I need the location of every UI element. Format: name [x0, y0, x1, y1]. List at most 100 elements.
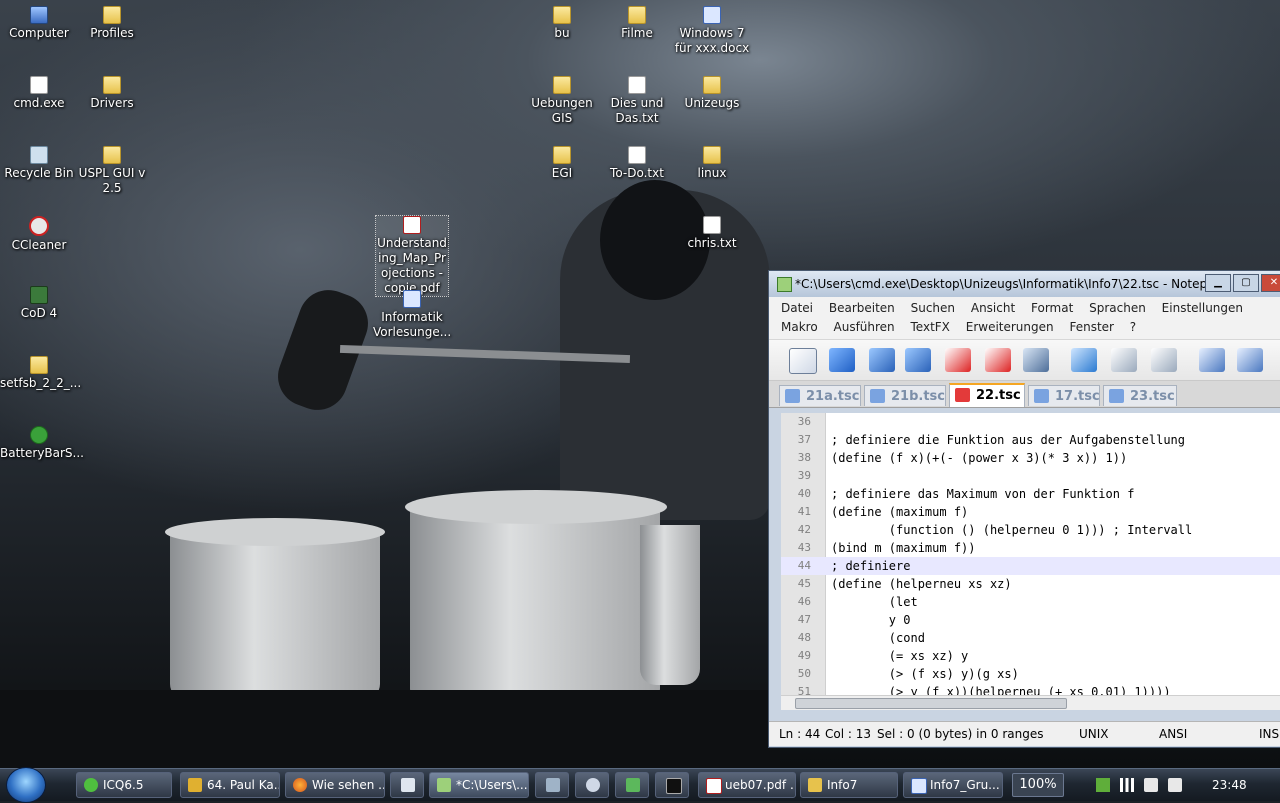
desktop-icon-egi[interactable]: EGI	[523, 146, 601, 181]
menu-format[interactable]: Format	[1031, 301, 1073, 315]
paste-icon[interactable]	[1151, 348, 1177, 372]
minimize-button[interactable]: ▁	[1205, 274, 1231, 292]
desktop-icon-windows7-docx[interactable]: Windows 7 für xxx.docx	[673, 6, 751, 56]
game-icon	[30, 286, 48, 304]
taskbar-item-pdf[interactable]: ueb07.pdf ...	[698, 772, 796, 798]
recycle-bin-icon	[30, 146, 48, 164]
desktop-icon-informatik[interactable]: Informatik Vorlesunge...	[373, 290, 451, 340]
desktop-icon-ccleaner[interactable]: CCleaner	[0, 216, 78, 253]
console-icon	[666, 778, 682, 794]
taskbar-item-headset[interactable]	[575, 772, 609, 798]
taskbar-item-info7-gru[interactable]: Info7_Gru...	[903, 772, 1003, 798]
desktop-icon-label: Profiles	[90, 26, 134, 40]
print-icon[interactable]	[1023, 348, 1049, 372]
line-text: (define (helperneu xs xz)	[831, 577, 1012, 591]
clock[interactable]: 23:48	[1212, 771, 1247, 799]
desktop-icon-setfsb[interactable]: setfsb_2_2_...	[0, 356, 81, 391]
tab-17[interactable]: 17.tsc	[1028, 385, 1100, 406]
menu-ausfuehren[interactable]: Ausführen	[834, 320, 895, 334]
desktop-icon-unizeugs[interactable]: Unizeugs	[673, 76, 751, 111]
folder-icon	[703, 146, 721, 164]
menu-fenster[interactable]: Fenster	[1069, 320, 1114, 334]
menu-ansicht[interactable]: Ansicht	[971, 301, 1015, 315]
notepad-app-icon	[777, 277, 792, 292]
menu-einstellungen[interactable]: Einstellungen	[1162, 301, 1243, 315]
tab-21a[interactable]: 21a.tsc	[779, 385, 861, 406]
taskbar-item-icq[interactable]: ICQ6.5	[76, 772, 172, 798]
desktop-icon-label: Windows 7 für xxx.docx	[674, 26, 750, 55]
maximize-button[interactable]: ▢	[1233, 274, 1259, 292]
scrollbar-thumb[interactable]	[795, 698, 1067, 709]
desktop-icon-label: CCleaner	[11, 238, 67, 252]
taskbar-item-paul[interactable]: 64. Paul Ka...	[180, 772, 280, 798]
menu-makro[interactable]: Makro	[781, 320, 818, 334]
taskbar-item-network[interactable]	[615, 772, 649, 798]
taskbar-item-window[interactable]	[390, 772, 424, 798]
tab-22[interactable]: 22.tsc	[949, 383, 1025, 407]
line-number: 43	[797, 541, 811, 554]
signal-strength-icon[interactable]	[1120, 778, 1134, 792]
tab-21b[interactable]: 21b.tsc	[864, 385, 946, 406]
code-line: 46 (let	[781, 593, 1280, 611]
desktop-icon-filme[interactable]: Filme	[598, 6, 676, 41]
desktop-icon-profiles[interactable]: Profiles	[73, 6, 151, 41]
volume-icon[interactable]	[1144, 778, 1158, 792]
save-icon[interactable]	[869, 348, 895, 372]
notepad-icon	[437, 778, 451, 792]
close-file-icon[interactable]	[945, 348, 971, 372]
close-all-icon[interactable]	[985, 348, 1011, 372]
taskbar-item-firefox[interactable]: Wie sehen ...	[285, 772, 385, 798]
desktop-icon-understanding-pdf[interactable]: Understanding_Map_Projections - copie.pd…	[375, 215, 449, 297]
window-title: *C:\Users\cmd.exe\Desktop\Unizeugs\Infor…	[795, 277, 1243, 291]
save-all-icon[interactable]	[905, 348, 931, 372]
taskbar-item-notepad[interactable]: *C:\Users\...	[429, 772, 529, 798]
taskbar-item-info7[interactable]: Info7	[800, 772, 898, 798]
menu-textfx[interactable]: TextFX	[911, 320, 950, 334]
folder-icon	[553, 6, 571, 24]
copy-icon[interactable]	[1111, 348, 1137, 372]
new-file-icon[interactable]	[789, 348, 817, 374]
menu-bearbeiten[interactable]: Bearbeiten	[829, 301, 895, 315]
taskbar-item-console[interactable]	[655, 772, 689, 798]
desktop-icon-cmd[interactable]: cmd.exe	[0, 76, 78, 111]
menu-erweiterungen[interactable]: Erweiterungen	[966, 320, 1054, 334]
close-button[interactable]: ✕	[1261, 274, 1280, 292]
desktop-icon-bu[interactable]: bu	[523, 6, 601, 41]
notepad-plus-plus-window[interactable]: *C:\Users\cmd.exe\Desktop\Unizeugs\Infor…	[768, 270, 1280, 748]
folder-icon	[553, 76, 571, 94]
desktop-icon-todo[interactable]: To-Do.txt	[598, 146, 676, 181]
open-file-icon[interactable]	[829, 348, 855, 372]
desktop-icon-recycle-bin[interactable]: Recycle Bin	[0, 146, 78, 181]
line-number: 47	[797, 613, 811, 626]
desktop-icon-cod4[interactable]: CoD 4	[0, 286, 78, 321]
menu-datei[interactable]: Datei	[781, 301, 813, 315]
start-button[interactable]	[6, 767, 46, 803]
battery-icon[interactable]	[1168, 778, 1182, 792]
desktop-icon-dies-und-das[interactable]: Dies und Das.txt	[598, 76, 676, 126]
code-editor[interactable]: 36 37 ; definiere die Funktion aus der Au…	[781, 413, 1280, 695]
redo-icon[interactable]	[1237, 348, 1263, 372]
menu-sprachen[interactable]: Sprachen	[1089, 301, 1146, 315]
window-titlebar[interactable]: *C:\Users\cmd.exe\Desktop\Unizeugs\Infor…	[769, 271, 1280, 297]
desktop-icon-linux[interactable]: linux	[673, 146, 751, 181]
cut-icon[interactable]	[1071, 348, 1097, 372]
taskbar-item-label: Info7	[827, 778, 858, 792]
undo-icon[interactable]	[1199, 348, 1225, 372]
desktop-icon-computer[interactable]: Computer	[0, 6, 78, 41]
desktop-icon-uspl[interactable]: USPL GUI v 2.5	[73, 146, 151, 196]
desktop-icon-uebungen-gis[interactable]: Uebungen GIS	[523, 76, 601, 126]
menu-suchen[interactable]: Suchen	[911, 301, 955, 315]
tab-23[interactable]: 23.tsc	[1103, 385, 1177, 406]
nvidia-icon[interactable]	[1096, 778, 1110, 792]
desktop-icon-batterybar[interactable]: BatteryBarS...	[0, 426, 84, 461]
horizontal-scrollbar[interactable]	[781, 695, 1280, 710]
desktop-icon-chris[interactable]: chris.txt	[673, 216, 751, 251]
firefox-icon	[293, 778, 307, 792]
desktop-icon-drivers[interactable]: Drivers	[73, 76, 151, 111]
line-number: 49	[797, 649, 811, 662]
zoom-indicator[interactable]: 100%	[1012, 773, 1064, 797]
text-file-icon	[628, 76, 646, 94]
line-text: ; definiere das Maximum von der Funktion…	[831, 487, 1135, 501]
menu-help[interactable]: ?	[1130, 320, 1136, 334]
taskbar-item-monitor[interactable]	[535, 772, 569, 798]
